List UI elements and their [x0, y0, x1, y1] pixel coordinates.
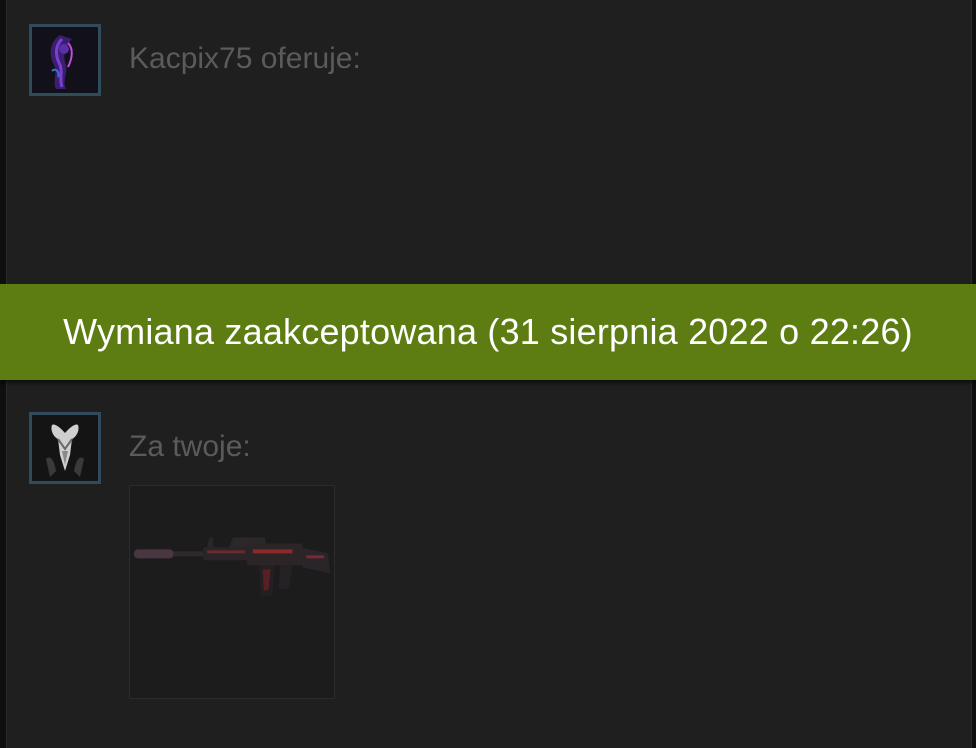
trade-offer-window: Kacpix75 oferuje: Za twoje: Wymiana zaak…: [0, 0, 976, 748]
partner-avatar[interactable]: [29, 24, 101, 96]
rifle-skin-icon: [130, 486, 334, 698]
partner-avatar-image-icon: [32, 27, 98, 93]
trade-accepted-banner: Wymiana zaakceptowana (31 sierpnia 2022 …: [0, 284, 976, 380]
your-avatar[interactable]: [29, 412, 101, 484]
partner-offer-label: Kacpix75 oferuje:: [129, 42, 361, 75]
your-item-slot[interactable]: [129, 485, 335, 699]
your-items-label: Za twoje:: [129, 430, 251, 463]
trade-status-text: Wymiana zaakceptowana (31 sierpnia 2022 …: [63, 311, 913, 352]
your-avatar-image-icon: [32, 415, 98, 481]
